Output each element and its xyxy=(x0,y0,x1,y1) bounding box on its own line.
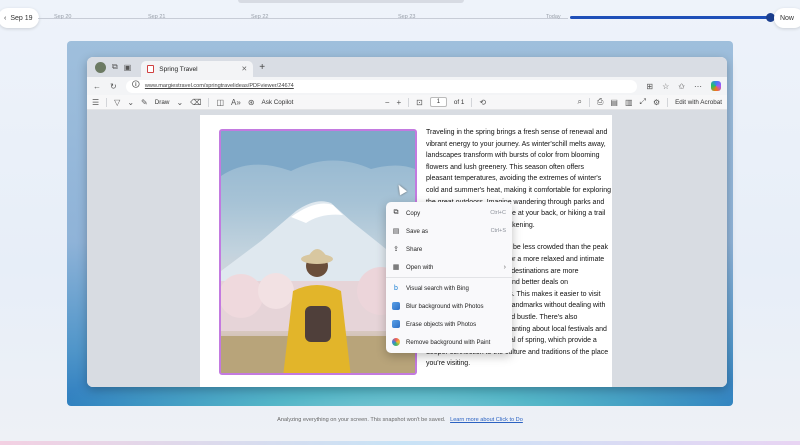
address-bar-row: ← ↻ 🛈 www.margiestravel.com/springtravel… xyxy=(87,77,727,95)
page-info-icon[interactable]: 🛈 xyxy=(132,79,140,93)
settings-gear-icon[interactable]: ⚙ xyxy=(653,98,660,107)
pdf-toolbar: ☰ ▽ ⌄ ✎ Draw ⌄ ⌫ ◫ A» ⊛ Ask Copilot − + … xyxy=(87,95,727,110)
share-icon: ⇪ xyxy=(393,246,399,253)
save-as-icon[interactable]: ▥ xyxy=(625,98,633,107)
print-icon[interactable]: ⎙ xyxy=(597,97,603,107)
fullscreen-icon[interactable]: ⤢ xyxy=(640,97,646,107)
menu-item-label: Erase objects with Photos xyxy=(406,320,477,328)
page-view-icon[interactable]: ◫ xyxy=(216,98,224,107)
page-total: of 1 xyxy=(453,98,465,106)
close-tab-icon[interactable]: ✕ xyxy=(241,65,247,73)
timeline-start-label: Sep 19 xyxy=(10,14,33,22)
save-icon[interactable]: ▤ xyxy=(610,98,618,107)
search-icon[interactable]: ⌕ xyxy=(578,97,582,107)
url-text: www.margiestravel.com/springtravelideas/… xyxy=(144,83,294,89)
toolbar-divider xyxy=(471,97,473,107)
zoom-in-icon[interactable]: + xyxy=(396,98,401,107)
favorites-icon[interactable]: ✩ xyxy=(678,82,685,91)
paint-icon xyxy=(392,338,400,346)
timeline-now-button[interactable]: Now xyxy=(773,8,800,28)
edit-with-acrobat-button[interactable]: Edit with Acrobat xyxy=(675,99,722,106)
bing-icon: b xyxy=(394,284,398,292)
eraser-icon[interactable]: ⌫ xyxy=(190,98,201,107)
timeline-date[interactable]: Sep 22 xyxy=(251,14,268,20)
app-available-icon[interactable]: ⊞ xyxy=(646,82,653,91)
highlight-icon[interactable]: ▽ xyxy=(114,98,120,107)
photos-icon xyxy=(392,302,400,310)
pdf-file-icon xyxy=(147,65,155,73)
address-bar[interactable]: 🛈 www.margiestravel.com/springtravelidea… xyxy=(125,79,638,93)
timeline-today[interactable]: Today xyxy=(546,14,561,20)
menu-item-label: Copy xyxy=(406,209,421,217)
footer-text: Analyzing everything on your screen. Thi… xyxy=(277,417,446,423)
open-with-icon: ▦ xyxy=(392,264,400,271)
copilot-icon[interactable] xyxy=(711,81,721,91)
menu-item-label: Blur background with Photos xyxy=(406,302,484,310)
timeline-now-label: Now xyxy=(779,14,794,22)
back-icon[interactable]: ← xyxy=(93,82,101,91)
chevron-right-icon: › xyxy=(503,263,506,271)
rotate-icon[interactable]: ⟲ xyxy=(479,98,486,107)
menu-item-label: Remove background with Paint xyxy=(406,338,491,346)
menu-item-label: Visual search with Bing xyxy=(406,284,469,292)
menu-item-open-with[interactable]: ▦ Open with › xyxy=(386,258,512,276)
menu-item-label: Share xyxy=(406,245,423,253)
page-number-input[interactable]: 1 xyxy=(429,97,447,107)
read-aloud-icon[interactable]: A» xyxy=(231,98,241,107)
toolbar-divider xyxy=(208,97,210,107)
menu-item-save-as[interactable]: ▤ Save as Ctrl+S xyxy=(386,222,512,240)
tab-actions-icon[interactable]: ▣ xyxy=(124,63,132,72)
timeline-active-range xyxy=(570,16,772,19)
menu-item-erase-objects[interactable]: Erase objects with Photos xyxy=(386,315,512,333)
workspaces-icon[interactable]: ⧉ xyxy=(112,62,118,72)
save-icon: ▤ xyxy=(392,228,400,235)
zoom-out-icon[interactable]: − xyxy=(385,98,390,107)
menu-item-label: Open with xyxy=(406,263,434,271)
bottom-accent-strip xyxy=(0,441,800,445)
tab-bar: ⧉ ▣ Spring Travel ✕ + xyxy=(87,57,727,77)
timeline-handle[interactable] xyxy=(238,0,464,3)
menu-item-share[interactable]: ⇪ Share xyxy=(386,240,512,258)
ask-copilot-button[interactable]: Ask Copilot xyxy=(262,99,294,106)
timeline-track xyxy=(38,18,568,19)
draw-icon[interactable]: ✎ xyxy=(141,98,148,107)
menu-divider xyxy=(386,277,512,278)
menu-item-label: Save as xyxy=(406,227,429,235)
new-tab-button[interactable]: + xyxy=(259,59,265,77)
menu-item-blur-background[interactable]: Blur background with Photos xyxy=(386,297,512,315)
copy-icon: ⧉ xyxy=(393,209,399,216)
timeline-date[interactable]: Sep 20 xyxy=(54,14,71,20)
footer-notice: Analyzing everything on your screen. Thi… xyxy=(0,417,800,423)
tab-spring-travel[interactable]: Spring Travel ✕ xyxy=(141,61,254,77)
menu-shortcut: Ctrl+S xyxy=(490,228,506,234)
toolbar-divider xyxy=(589,97,590,107)
fit-page-icon[interactable]: ⊡ xyxy=(416,98,423,107)
chevron-down-icon[interactable]: ⌄ xyxy=(176,98,183,107)
timeline-date[interactable]: Sep 21 xyxy=(148,14,165,20)
menu-shortcut: Ctrl+C xyxy=(490,210,506,216)
favorite-star-icon[interactable]: ☆ xyxy=(662,82,669,91)
ask-copilot-icon[interactable]: ⊛ xyxy=(248,98,255,107)
learn-more-link[interactable]: Learn more about Click to Do xyxy=(450,417,523,423)
menu-item-copy[interactable]: ⧉ Copy Ctrl+C xyxy=(386,204,512,222)
toolbar-divider xyxy=(106,97,108,107)
chevron-left-icon: ‹ xyxy=(4,14,7,22)
menu-item-remove-background[interactable]: Remove background with Paint xyxy=(386,333,512,351)
refresh-icon[interactable]: ↻ xyxy=(110,82,117,91)
chevron-down-icon[interactable]: ⌄ xyxy=(127,98,134,107)
tab-title: Spring Travel xyxy=(159,65,198,73)
context-menu: ⧉ Copy Ctrl+C ▤ Save as Ctrl+S ⇪ Share ▦… xyxy=(386,202,512,353)
toolbar-divider xyxy=(667,97,669,107)
contents-icon[interactable]: ☰ xyxy=(92,98,99,107)
extensions-icon[interactable]: ⋯ xyxy=(694,82,702,91)
profile-avatar[interactable] xyxy=(95,61,106,73)
toolbar-divider xyxy=(408,97,410,107)
timeline-start-button[interactable]: ‹ Sep 19 xyxy=(0,8,39,28)
timeline-bar: ‹ Sep 19 Sep 20 Sep 21 Sep 22 Sep 23 Tod… xyxy=(0,0,800,36)
photos-icon xyxy=(392,320,400,328)
menu-item-visual-search[interactable]: b Visual search with Bing xyxy=(386,279,512,297)
draw-button[interactable]: Draw xyxy=(155,99,170,106)
timeline-date[interactable]: Sep 23 xyxy=(398,14,415,20)
